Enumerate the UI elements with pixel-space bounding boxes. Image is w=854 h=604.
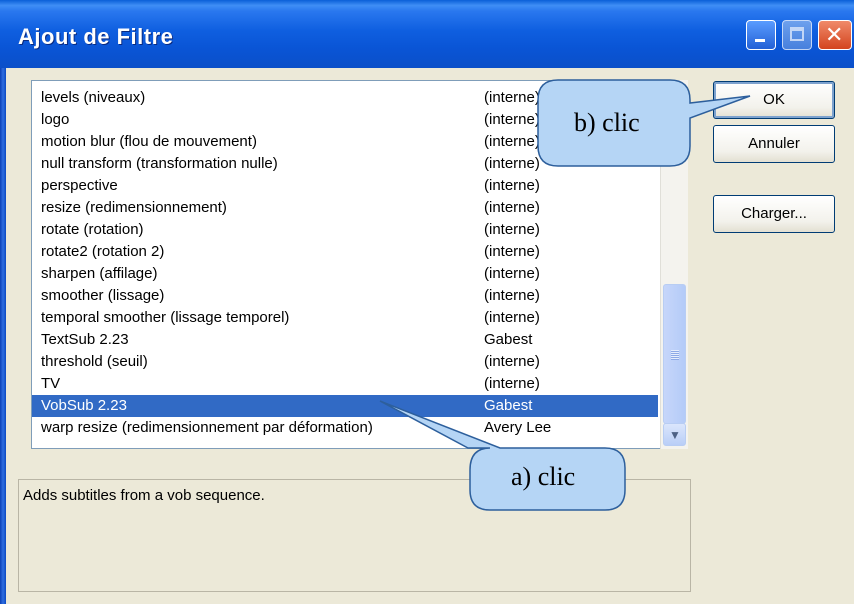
- callout-b-label: b) clic: [574, 108, 640, 137]
- callout-a-label: a) clic: [511, 462, 576, 491]
- callout-b-shape: [537, 79, 751, 167]
- add-filter-dialog: Ajout de Filtre ✕ levels (niveaux) (inter…: [0, 0, 854, 604]
- callout-shapes: [379, 79, 751, 511]
- callout-a-shape: [379, 400, 626, 511]
